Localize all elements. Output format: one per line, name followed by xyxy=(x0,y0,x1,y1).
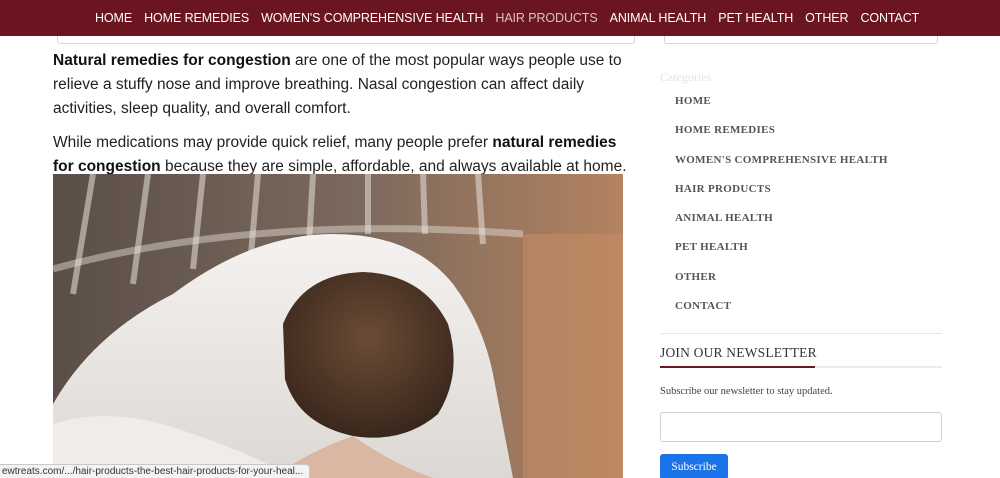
category-other[interactable]: OTHER xyxy=(675,269,942,298)
nav-contact[interactable]: CONTACT xyxy=(860,11,919,25)
article-paragraph-1: Natural remedies for congestion are one … xyxy=(53,49,633,121)
article-paragraph-2: While medications may provide quick reli… xyxy=(53,131,633,179)
article-body: Natural remedies for congestion are one … xyxy=(53,49,633,189)
newsletter-heading-accent xyxy=(660,366,815,368)
newsletter-description: Subscribe our newsletter to stay updated… xyxy=(660,386,833,397)
article-keyword: Natural remedies for congestion xyxy=(53,52,291,69)
nav-other[interactable]: OTHER xyxy=(805,11,848,25)
category-animal-health[interactable]: ANIMAL HEALTH xyxy=(675,210,942,239)
nav-pet-health[interactable]: PET HEALTH xyxy=(718,11,793,25)
sidebar: Categories HOME HOME REMEDIES WOMEN'S CO… xyxy=(660,70,942,327)
article-text: While medications may provide quick reli… xyxy=(53,134,493,151)
sidebar-divider xyxy=(660,333,942,334)
main-navigation: HOME HOME REMEDIES WOMEN'S COMPREHENSIVE… xyxy=(0,0,1000,36)
nav-womens-health[interactable]: WOMEN'S COMPREHENSIVE HEALTH xyxy=(261,11,483,25)
subscribe-button[interactable]: Subscribe xyxy=(660,454,728,478)
category-womens-health[interactable]: WOMEN'S COMPREHENSIVE HEALTH xyxy=(675,152,942,181)
category-contact[interactable]: CONTACT xyxy=(675,298,942,327)
newsletter-email-input[interactable] xyxy=(660,412,942,442)
category-home-remedies[interactable]: HOME REMEDIES xyxy=(675,122,942,151)
category-list: HOME HOME REMEDIES WOMEN'S COMPREHENSIVE… xyxy=(660,93,942,327)
person-under-blanket-photo xyxy=(53,174,623,478)
sidebar-search-box-edge[interactable] xyxy=(664,36,938,44)
browser-status-url: ewtreats.com/.../hair-products-the-best-… xyxy=(0,464,311,478)
category-home[interactable]: HOME xyxy=(675,93,942,122)
nav-animal-health[interactable]: ANIMAL HEALTH xyxy=(610,11,707,25)
categories-heading: Categories xyxy=(660,70,712,84)
nav-home[interactable]: HOME xyxy=(95,11,132,25)
category-pet-health[interactable]: PET HEALTH xyxy=(675,239,942,268)
article-hero-image xyxy=(53,174,623,478)
nav-hair-products[interactable]: HAIR PRODUCTS xyxy=(495,11,597,25)
content-search-box-edge[interactable] xyxy=(57,36,635,44)
nav-home-remedies[interactable]: HOME REMEDIES xyxy=(144,11,249,25)
category-hair-products[interactable]: HAIR PRODUCTS xyxy=(675,181,942,210)
newsletter-heading: JOIN OUR NEWSLETTER xyxy=(660,345,817,360)
article-text: because they are simple, affordable, and… xyxy=(160,158,627,175)
